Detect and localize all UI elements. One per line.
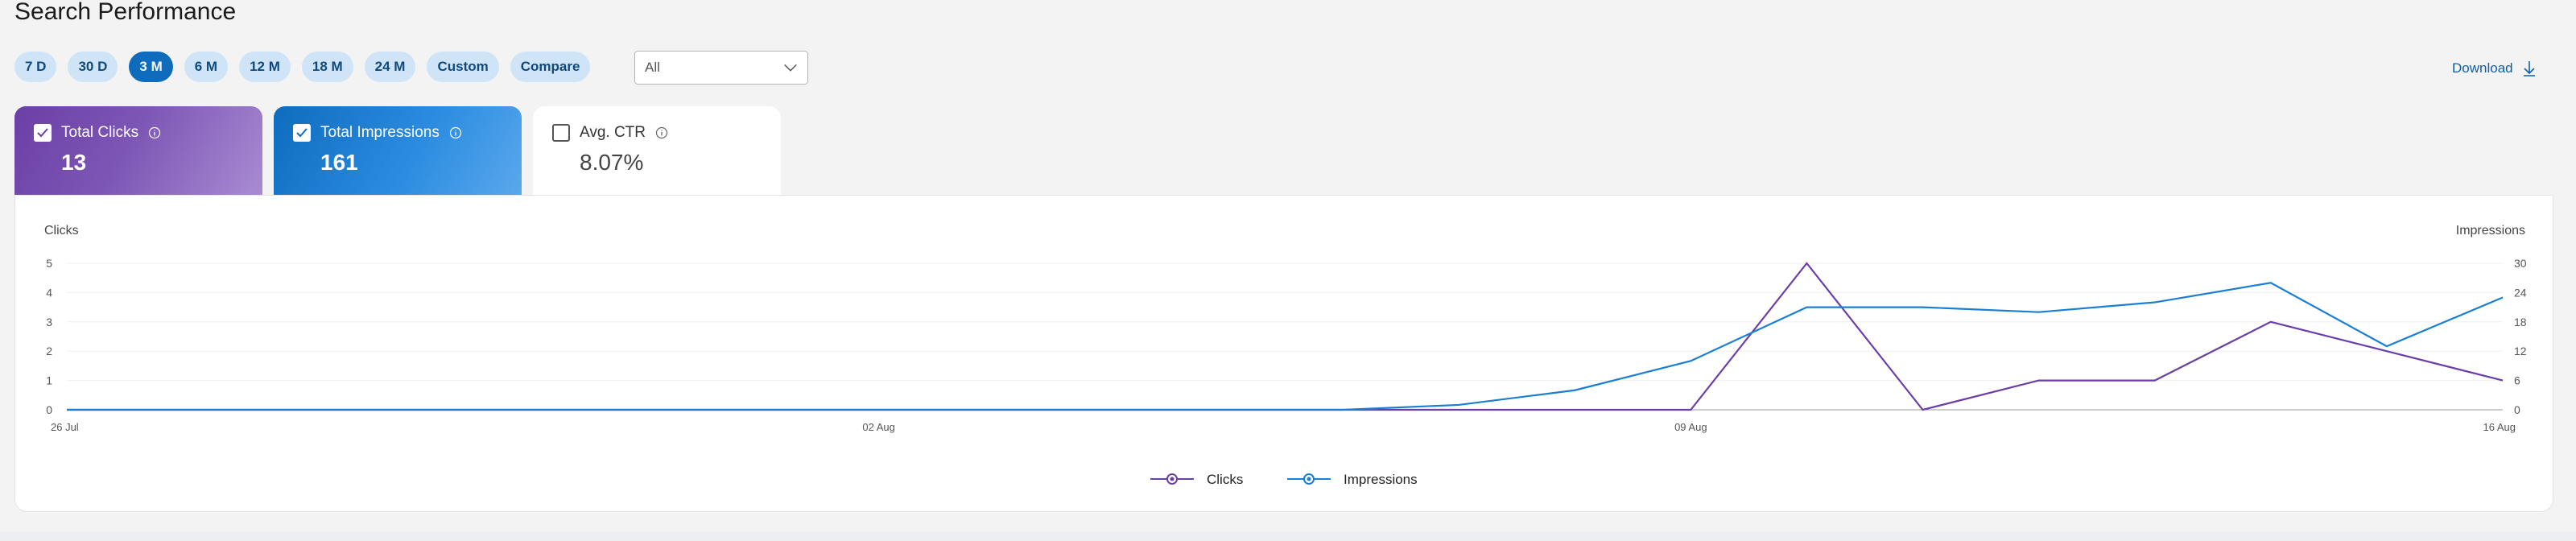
legend-label-impressions: Impressions: [1344, 472, 1418, 487]
avg-ctr-label: Avg. CTR: [580, 124, 646, 141]
y-left-tick-label: 4: [46, 286, 52, 299]
filter-dropdown[interactable]: All: [634, 51, 808, 85]
total-impressions-label: Total Impressions: [320, 124, 440, 141]
series-line-impressions: [67, 282, 2504, 411]
y-left-tick-label: 2: [46, 345, 52, 357]
download-label: Download: [2452, 60, 2513, 76]
info-icon[interactable]: [655, 126, 668, 139]
x-tick-label: 26 Jul: [51, 421, 79, 433]
series-line-clicks: [67, 262, 2504, 411]
date-range-selector: 7 D 30 D 3 M 6 M 12 M 18 M 24 M Custom C…: [14, 52, 591, 82]
range-18m-button[interactable]: 18 M: [301, 52, 353, 82]
y-axis-left-title: Clicks: [44, 224, 79, 237]
bottom-strip: [0, 531, 2576, 541]
total-impressions-card[interactable]: Total Impressions 161: [274, 106, 522, 196]
y-left-tick-label: 5: [46, 257, 52, 270]
y-right-tick-label: 6: [2514, 374, 2520, 387]
checkbox-icon[interactable]: [552, 124, 570, 142]
x-tick-label: 16 Aug: [2483, 421, 2516, 433]
x-tick-label: 09 Aug: [1674, 421, 1707, 433]
x-tick-label: 02 Aug: [862, 421, 895, 433]
metric-cards: Total Clicks 13 Total Impressions 161 Av…: [14, 106, 781, 196]
performance-chart: Clicks Impressions012345061218243026 Jul 0…: [44, 224, 2527, 487]
range-24m-button[interactable]: 24 M: [364, 52, 416, 82]
chevron-down-icon: [784, 64, 797, 72]
performance-chart-panel: Clicks Impressions 0 1 2 3 4 5 0 6 12 18 24 30 26 Jul 0…: [14, 195, 2553, 512]
total-clicks-card[interactable]: Total Clicks 13: [14, 106, 262, 196]
checkbox-icon[interactable]: [293, 124, 311, 142]
range-compare-button[interactable]: Compare: [510, 52, 591, 82]
range-6m-button[interactable]: 6 M: [184, 52, 229, 82]
page-title: Search Performance: [14, 0, 237, 25]
avg-ctr-value: 8.07%: [580, 150, 644, 175]
download-icon: [2523, 61, 2535, 76]
download-button[interactable]: Download: [2452, 60, 2537, 77]
y-left-tick-label: 1: [46, 374, 52, 387]
legend-label-clicks: Clicks: [1207, 472, 1243, 487]
y-axis-right-title: Impressions: [2456, 224, 2525, 237]
range-3m-button[interactable]: 3 M: [129, 52, 173, 82]
y-left-tick-label: 0: [46, 403, 52, 416]
y-right-tick-label: 30: [2514, 257, 2527, 270]
total-clicks-value: 13: [61, 150, 87, 175]
y-left-tick-label: 3: [46, 316, 52, 328]
legend-marker-dot: [1170, 477, 1174, 481]
total-impressions-value: 161: [320, 150, 358, 175]
legend-marker-dot: [1307, 477, 1311, 481]
y-right-tick-label: 0: [2514, 403, 2520, 416]
y-right-tick-label: 12: [2514, 345, 2527, 357]
avg-ctr-card[interactable]: Avg. CTR 8.07%: [533, 106, 781, 196]
filter-selected-value: All: [645, 60, 660, 75]
range-custom-button[interactable]: Custom: [427, 52, 499, 82]
y-right-tick-label: 18: [2514, 316, 2527, 328]
range-7d-button[interactable]: 7 D: [14, 52, 57, 82]
info-icon[interactable]: [148, 126, 161, 139]
total-clicks-label: Total Clicks: [61, 124, 139, 141]
y-right-tick-label: 24: [2514, 286, 2527, 299]
checkbox-icon[interactable]: [34, 124, 52, 142]
info-icon[interactable]: [449, 126, 462, 139]
range-30d-button[interactable]: 30 D: [68, 52, 118, 82]
range-12m-button[interactable]: 12 M: [239, 52, 291, 82]
